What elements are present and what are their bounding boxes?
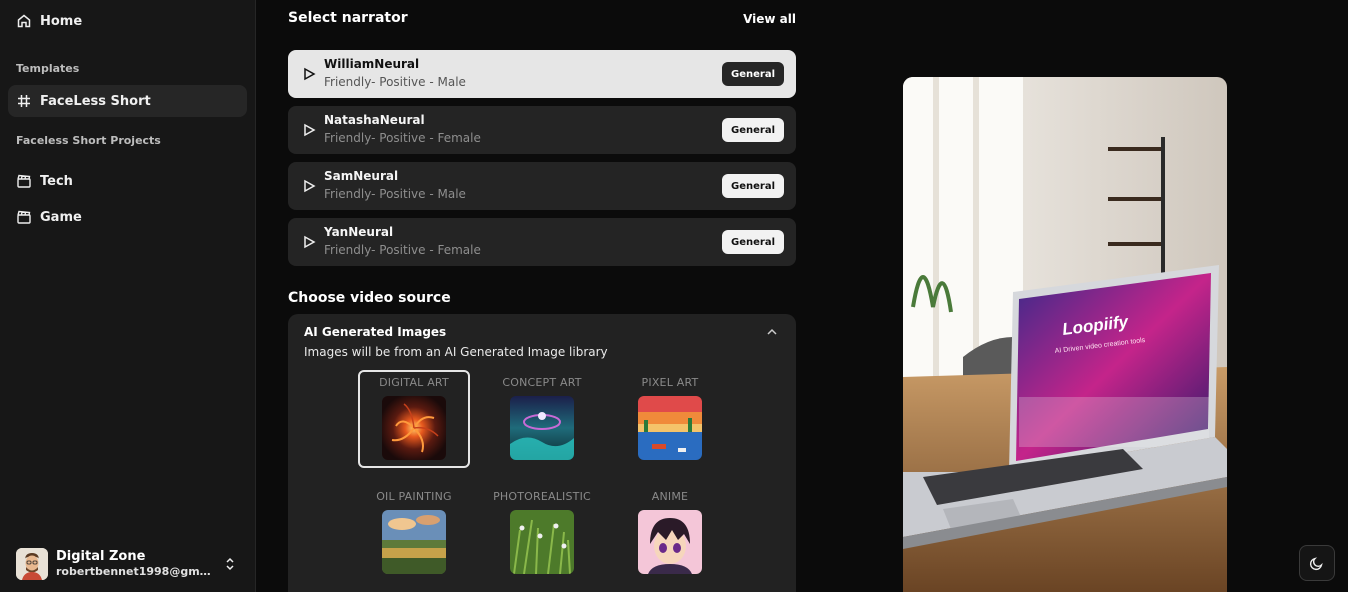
style-option-anime[interactable]: ANIME bbox=[614, 484, 726, 582]
narrator-option[interactable]: NatashaNeural Friendly- Positive - Femal… bbox=[288, 106, 796, 154]
video-source-title: Choose video source bbox=[288, 290, 451, 306]
user-profile[interactable]: Digital Zone robertbennet1998@gmail.com bbox=[16, 548, 240, 580]
narrator-name: SamNeural bbox=[324, 169, 399, 183]
clapperboard-icon bbox=[16, 209, 32, 225]
sidebar-item-home[interactable]: Home bbox=[8, 5, 247, 37]
sidebar-item-label: FaceLess Short bbox=[40, 93, 151, 109]
narrator-option[interactable]: SamNeural Friendly- Positive - Male Gene… bbox=[288, 162, 796, 210]
pixel-art-thumbnail bbox=[638, 396, 702, 460]
templates-section-label: Templates bbox=[16, 62, 80, 75]
play-icon[interactable] bbox=[302, 179, 316, 193]
home-icon bbox=[16, 13, 32, 29]
digital-art-thumbnail bbox=[382, 396, 446, 460]
theme-toggle-button[interactable] bbox=[1299, 545, 1335, 581]
narrator-option[interactable]: YanNeural Friendly- Positive - Female Ge… bbox=[288, 218, 796, 266]
style-label: PHOTOREALISTIC bbox=[493, 490, 591, 503]
hash-icon bbox=[16, 93, 32, 109]
style-label: OIL PAINTING bbox=[376, 490, 452, 503]
style-option-photorealistic[interactable]: PHOTOREALISTIC bbox=[486, 484, 598, 582]
projects-section-label: Faceless Short Projects bbox=[16, 134, 161, 147]
play-icon[interactable] bbox=[302, 67, 316, 81]
user-name: Digital Zone bbox=[56, 549, 146, 564]
concept-art-thumbnail bbox=[510, 396, 574, 460]
anime-thumbnail bbox=[638, 510, 702, 574]
main-content: Select narrator View all WilliamNeural F… bbox=[288, 0, 796, 592]
play-icon[interactable] bbox=[302, 235, 316, 249]
view-all-link[interactable]: View all bbox=[743, 12, 796, 26]
narrator-badge: General bbox=[722, 118, 784, 142]
sidebar-item-faceless-short[interactable]: FaceLess Short bbox=[8, 85, 247, 117]
ai-images-panel: AI Generated Images Images will be from … bbox=[288, 314, 796, 592]
narrator-description: Friendly- Positive - Female bbox=[324, 131, 481, 145]
preview-image: Loopiify AI Driven video creation tools bbox=[903, 77, 1227, 592]
narrator-name: WilliamNeural bbox=[324, 57, 420, 71]
narrator-name: YanNeural bbox=[324, 225, 394, 239]
chevrons-up-down-icon[interactable] bbox=[222, 554, 238, 574]
sidebar-item-label: Tech bbox=[40, 173, 73, 189]
oil-painting-thumbnail bbox=[382, 510, 446, 574]
narrator-section-title: Select narrator bbox=[288, 10, 408, 26]
narrator-description: Friendly- Positive - Male bbox=[324, 187, 466, 201]
style-option-concept-art[interactable]: CONCEPT ART bbox=[486, 370, 598, 468]
style-option-digital-art[interactable]: DIGITAL ART bbox=[358, 370, 470, 468]
style-label: CONCEPT ART bbox=[502, 376, 582, 389]
avatar bbox=[16, 548, 48, 580]
style-label: PIXEL ART bbox=[641, 376, 699, 389]
style-option-pixel-art[interactable]: PIXEL ART bbox=[614, 370, 726, 468]
moon-icon bbox=[1309, 557, 1323, 571]
user-email: robertbennet1998@gmail.com bbox=[56, 565, 212, 578]
narrator-name: NatashaNeural bbox=[324, 113, 425, 127]
narrator-badge: General bbox=[722, 230, 784, 254]
clapperboard-icon bbox=[16, 173, 32, 189]
panel-title: AI Generated Images bbox=[304, 325, 447, 339]
sidebar: Home Templates FaceLess Short Faceless S… bbox=[0, 0, 256, 592]
photorealistic-thumbnail bbox=[510, 510, 574, 574]
style-option-oil-painting[interactable]: OIL PAINTING bbox=[358, 484, 470, 582]
narrator-option[interactable]: WilliamNeural Friendly- Positive - Male … bbox=[288, 50, 796, 98]
style-label: DIGITAL ART bbox=[379, 376, 449, 389]
narrator-badge: General bbox=[722, 62, 784, 86]
play-icon[interactable] bbox=[302, 123, 316, 137]
narrator-description: Friendly- Positive - Male bbox=[324, 75, 466, 89]
chevron-up-icon[interactable] bbox=[764, 324, 780, 340]
narrator-description: Friendly- Positive - Female bbox=[324, 243, 481, 257]
sidebar-item-tech[interactable]: Tech bbox=[8, 165, 247, 197]
sidebar-item-label: Home bbox=[40, 13, 83, 29]
sidebar-item-label: Game bbox=[40, 209, 82, 225]
panel-description: Images will be from an AI Generated Imag… bbox=[304, 345, 608, 359]
narrator-badge: General bbox=[722, 174, 784, 198]
sidebar-item-game[interactable]: Game bbox=[8, 201, 247, 233]
style-label: ANIME bbox=[651, 490, 689, 503]
